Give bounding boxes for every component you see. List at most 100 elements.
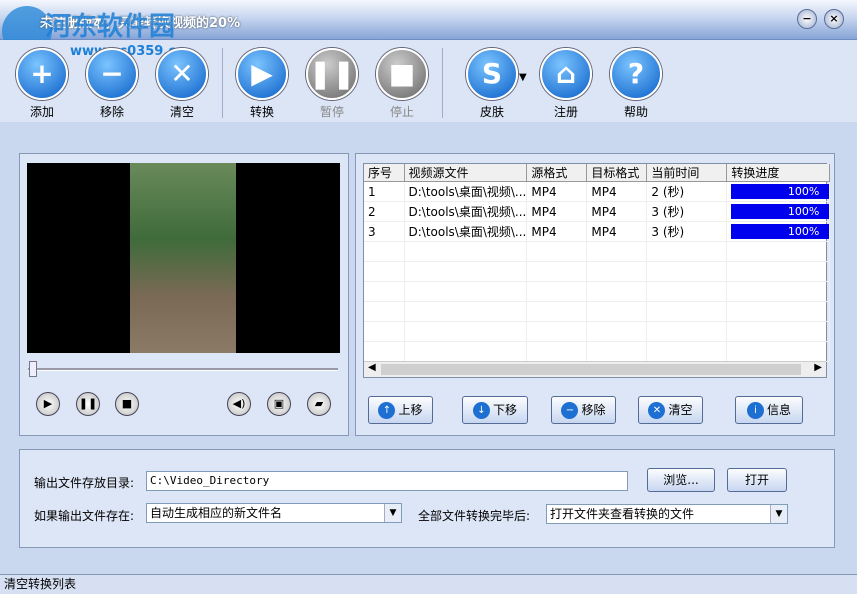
scroll-right-icon[interactable]: ▶ <box>814 362 822 373</box>
horizontal-scrollbar[interactable]: ◀ ▶ <box>364 361 826 377</box>
close-button[interactable]: × <box>824 9 844 29</box>
toolbar-label: 帮助 <box>623 105 648 119</box>
table-cell: 3 (秒) <box>646 221 728 242</box>
progress-bar: 100% <box>731 224 829 239</box>
progress-cell: 100% <box>726 181 831 202</box>
toolbar-button-play[interactable]: ▶ 转换 <box>232 48 292 120</box>
toolbar-button-stop[interactable]: ■ 停止 <box>372 48 432 120</box>
skin-icon: S <box>466 48 518 100</box>
column-header[interactable]: 当前时间 <box>646 164 728 182</box>
empty-row <box>364 281 831 302</box>
chevron-down-icon[interactable]: ▼ <box>770 505 787 523</box>
progress-bar: 100% <box>731 184 829 199</box>
seek-slider[interactable] <box>28 368 338 371</box>
button-label: 清空 <box>668 403 693 417</box>
table-cell: MP4 <box>526 221 588 242</box>
table-row[interactable]: 2 D:\tools\桌面\视频\... MP4 MP4 3 (秒) 100% <box>364 201 831 222</box>
file-exists-select[interactable]: 自动生成相应的新文件名 ▼ <box>146 503 402 523</box>
move-up-icon: ↑ <box>378 402 396 419</box>
toolbar-label: 停止 <box>389 105 414 119</box>
info-icon: i <box>746 402 764 419</box>
table-cell: D:\tools\桌面\视频\... <box>404 201 528 222</box>
after-convert-value: 打开文件夹查看转换的文件 <box>550 507 695 521</box>
toolbar-divider <box>222 48 223 118</box>
empty-row <box>364 241 831 262</box>
progress-cell: 100% <box>726 201 831 222</box>
toolbar-button-plus[interactable]: + 添加 <box>12 48 72 120</box>
folder-icon[interactable]: ▰ <box>307 392 331 416</box>
empty-row <box>364 301 831 322</box>
button-label: 下移 <box>492 403 517 417</box>
skin-dropdown-arrow-icon[interactable]: ▼ <box>519 72 527 83</box>
button-label: 信息 <box>766 403 791 417</box>
column-header[interactable]: 目标格式 <box>586 164 648 182</box>
move-down-icon: ↓ <box>472 402 490 419</box>
stop-icon[interactable]: ■ <box>115 392 139 416</box>
file-exists-value: 自动生成相应的新文件名 <box>150 506 283 520</box>
browse-button[interactable]: 浏览... <box>647 468 715 492</box>
pause-icon[interactable]: ❚❚ <box>76 392 100 416</box>
help-icon: ? <box>610 48 662 100</box>
toolbar-label: 注册 <box>553 105 578 119</box>
output-dir-input[interactable]: C:\Video_Directory <box>146 471 628 491</box>
table-cell: MP4 <box>586 201 648 222</box>
play-icon[interactable]: ▶ <box>36 392 60 416</box>
empty-row <box>364 341 831 362</box>
move-up-button[interactable]: ↑ 上移 <box>368 396 433 424</box>
table-cell: MP4 <box>586 221 648 242</box>
toolbar-label: 转换 <box>249 105 274 119</box>
toolbar-button-clear[interactable]: ✕ 清空 <box>152 48 212 120</box>
toolbar-label: 皮肤 <box>479 105 504 119</box>
home-icon: ⌂ <box>540 48 592 100</box>
progress-bar: 100% <box>731 204 829 219</box>
toolbar-label: 暂停 <box>319 105 344 119</box>
column-header[interactable]: 视频源文件 <box>404 164 528 182</box>
info-button[interactable]: i 信息 <box>735 396 803 424</box>
scrollbar-thumb[interactable] <box>381 364 801 375</box>
video-preview <box>27 163 340 353</box>
column-header[interactable]: 转换进度 <box>726 164 831 182</box>
clear-button[interactable]: ✕ 清空 <box>638 396 703 424</box>
file-list: 序号 视频源文件 源格式 目标格式 当前时间 转换进度 1 D:\tools\桌面\视频\.… <box>363 163 831 378</box>
title-bar: 未注册版本，只能转换视频的20% 河东软件园 − × <box>0 0 857 56</box>
toolbar-button-minus[interactable]: − 移除 <box>82 48 142 120</box>
move-down-button[interactable]: ↓ 下移 <box>462 396 528 424</box>
empty-row <box>364 261 831 282</box>
file-exists-label: 如果输出文件存在: <box>34 509 135 523</box>
open-button[interactable]: 打开 <box>727 468 787 492</box>
video-frame <box>130 163 236 353</box>
table-row[interactable]: 1 D:\tools\桌面\视频\... MP4 MP4 2 (秒) 100% <box>364 181 831 202</box>
button-label: 上移 <box>398 403 423 417</box>
table-row[interactable]: 3 D:\tools\桌面\视频\... MP4 MP4 3 (秒) 100% <box>364 221 831 242</box>
empty-row <box>364 321 831 342</box>
table-cell: MP4 <box>526 181 588 202</box>
table-cell: MP4 <box>586 181 648 202</box>
snapshot-icon[interactable]: ▣ <box>267 392 291 416</box>
watermark: 河东软件园 <box>45 12 176 42</box>
volume-icon[interactable]: ◀) <box>227 392 251 416</box>
toolbar-button-help[interactable]: ? 帮助 <box>606 48 666 120</box>
scroll-left-icon[interactable]: ◀ <box>368 362 376 373</box>
stop-icon: ■ <box>376 48 428 100</box>
play-icon: ▶ <box>236 48 288 100</box>
toolbar-button-skin[interactable]: S 皮肤 <box>462 48 522 120</box>
toolbar-button-home[interactable]: ⌂ 注册 <box>536 48 596 120</box>
toolbar-button-pause[interactable]: ❚❚ 暂停 <box>302 48 362 120</box>
table-cell: MP4 <box>526 201 588 222</box>
seek-slider-thumb[interactable] <box>29 361 37 377</box>
column-header[interactable]: 源格式 <box>526 164 588 182</box>
plus-icon: + <box>16 48 68 100</box>
column-header[interactable]: 序号 <box>364 164 405 182</box>
status-bar: 清空转换列表 <box>0 574 857 594</box>
chevron-down-icon[interactable]: ▼ <box>384 504 401 522</box>
table-cell: D:\tools\桌面\视频\... <box>404 181 528 202</box>
table-cell: 3 (秒) <box>646 201 728 222</box>
toolbar-label: 清空 <box>169 105 194 119</box>
after-convert-label: 全部文件转换完毕后: <box>418 509 531 523</box>
after-convert-select[interactable]: 打开文件夹查看转换的文件 ▼ <box>546 504 788 524</box>
progress-cell: 100% <box>726 221 831 242</box>
table-cell: 1 <box>364 181 405 202</box>
toolbar-divider <box>442 48 443 118</box>
minimize-button[interactable]: − <box>797 9 817 29</box>
remove-button[interactable]: − 移除 <box>551 396 616 424</box>
